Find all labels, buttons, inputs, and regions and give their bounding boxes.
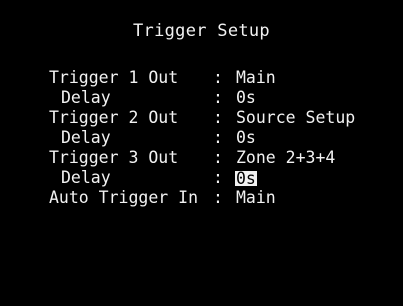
setting-value[interactable]: Zone 2+3+4 (235, 148, 336, 168)
separator: : (213, 188, 223, 207)
setting-value[interactable]: Main (235, 188, 277, 208)
setting-label: Delay (61, 88, 111, 107)
setting-label: Trigger 2 Out (49, 108, 179, 127)
separator: : (213, 168, 223, 187)
setting-row-trigger2-delay[interactable]: Delay : 0s (49, 128, 356, 148)
setting-value[interactable]: 0s (235, 128, 257, 148)
setting-row-trigger1-out[interactable]: Trigger 1 Out : Main (49, 68, 356, 88)
setting-label: Trigger 1 Out (49, 68, 179, 87)
separator: : (213, 148, 223, 167)
separator: : (213, 88, 223, 107)
setting-value[interactable]: Main (235, 68, 277, 88)
setting-row-auto-trigger-in[interactable]: Auto Trigger In : Main (49, 188, 356, 208)
osd-screen: Trigger Setup Trigger 1 Out : Main Delay… (0, 0, 403, 306)
setting-label: Delay (61, 168, 111, 187)
setting-label: Trigger 3 Out (49, 148, 179, 167)
setting-label: Auto Trigger In (49, 188, 199, 207)
setting-row-trigger3-out[interactable]: Trigger 3 Out : Zone 2+3+4 (49, 148, 356, 168)
menu-title: Trigger Setup (133, 21, 270, 41)
setting-value[interactable]: 0s (235, 88, 257, 108)
setting-row-trigger2-out[interactable]: Trigger 2 Out : Source Setup (49, 108, 356, 128)
separator: : (213, 68, 223, 87)
setting-label: Delay (61, 128, 111, 147)
setting-row-trigger1-delay[interactable]: Delay : 0s (49, 88, 356, 108)
setting-value[interactable]: Source Setup (235, 108, 356, 128)
separator: : (213, 128, 223, 147)
settings-list: Trigger 1 Out : Main Delay : 0s Trigger … (49, 68, 356, 208)
setting-row-trigger3-delay[interactable]: Delay : 0s (49, 168, 356, 188)
separator: : (213, 108, 223, 127)
setting-value-selected[interactable]: 0s (235, 170, 257, 186)
